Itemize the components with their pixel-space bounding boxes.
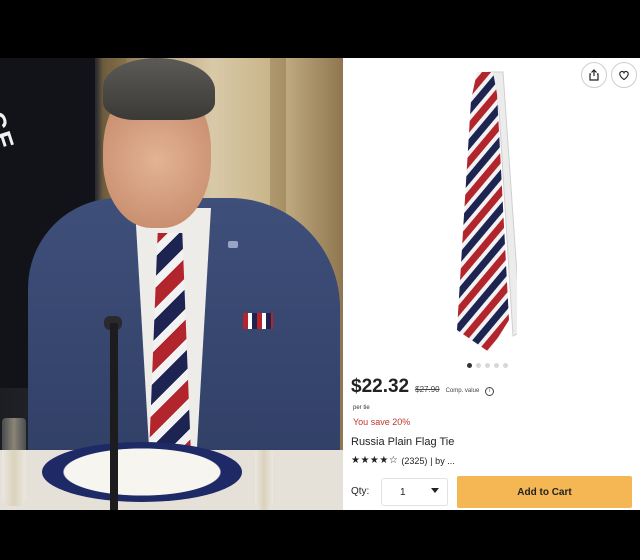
- seller-label[interactable]: | by ...: [430, 456, 454, 466]
- product-listing: $22.32 $27.90 Comp. value i per tie You …: [343, 58, 640, 510]
- star-rating: ★★★★☆: [351, 455, 399, 466]
- carousel-dot[interactable]: [467, 363, 472, 368]
- qty-label: Qty:: [351, 486, 370, 497]
- share-button[interactable]: [581, 62, 607, 88]
- favorite-button[interactable]: [611, 62, 637, 88]
- comp-value-label: Comp. value: [445, 388, 480, 394]
- pocket-square: [243, 313, 273, 329]
- carousel-dot[interactable]: [494, 363, 499, 368]
- screenshot-frame: RCE $22.32 $27.90 Comp. value i per tie …: [0, 58, 640, 510]
- savings-label: You save 20%: [353, 417, 411, 427]
- quantity-value: 1: [400, 486, 406, 498]
- news-photo: RCE: [0, 58, 343, 510]
- carousel-dot[interactable]: [485, 363, 490, 368]
- purchase-bar: Qty: 1 Add to Cart: [343, 474, 640, 510]
- image-carousel-dots: [467, 363, 508, 368]
- carousel-dot[interactable]: [476, 363, 481, 368]
- original-price: $27.90: [415, 385, 440, 394]
- per-unit-label: per tie: [353, 405, 370, 411]
- lapel-pin: [228, 241, 238, 248]
- product-image-tie[interactable]: [455, 70, 517, 356]
- product-title[interactable]: Russia Plain Flag Tie: [351, 436, 454, 448]
- share-icon: [589, 69, 599, 81]
- heart-icon: [619, 70, 629, 81]
- wine-glass: [255, 450, 273, 510]
- rating-row[interactable]: ★★★★☆ (2325) | by ...: [351, 455, 455, 466]
- price-row: $22.32 $27.90 Comp. value i: [351, 376, 495, 398]
- water-glass: [2, 418, 26, 506]
- current-price: $22.32: [351, 376, 410, 397]
- info-icon[interactable]: i: [485, 387, 495, 396]
- microphone-stand: [110, 323, 118, 510]
- review-count[interactable]: (2325): [401, 456, 427, 466]
- person-hair: [103, 58, 215, 120]
- chevron-down-icon: [431, 488, 439, 493]
- flag-text: RCE: [0, 88, 21, 156]
- quantity-select[interactable]: 1: [381, 478, 448, 506]
- add-to-cart-button[interactable]: Add to Cart: [457, 476, 632, 508]
- dinner-plate: [42, 442, 242, 502]
- carousel-dot[interactable]: [503, 363, 508, 368]
